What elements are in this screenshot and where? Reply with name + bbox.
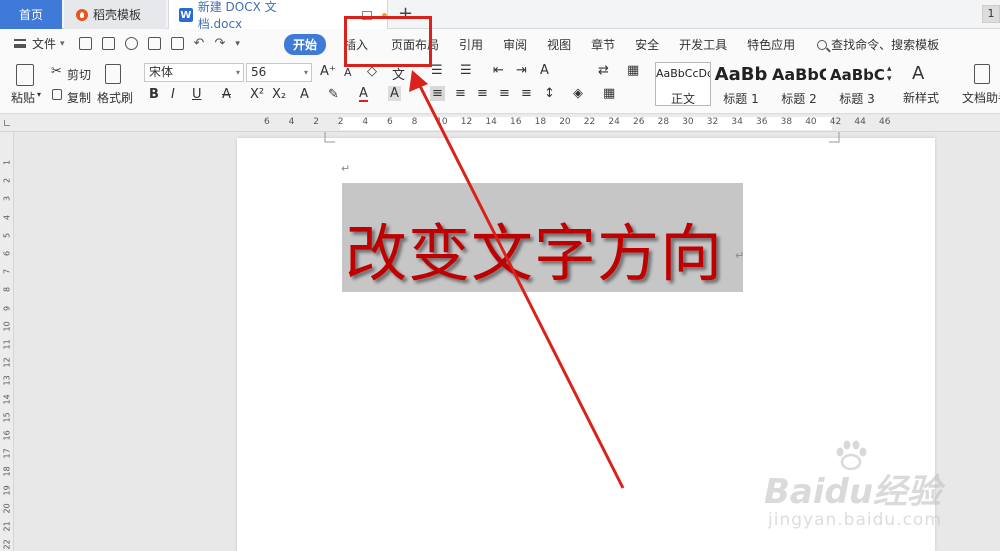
watermark-url: jingyan.baidu.com	[768, 510, 942, 530]
baidu-watermark: Baidu经验 jingyan.baidu.com	[764, 440, 984, 540]
watermark-brand: Baidu经验	[764, 472, 942, 512]
